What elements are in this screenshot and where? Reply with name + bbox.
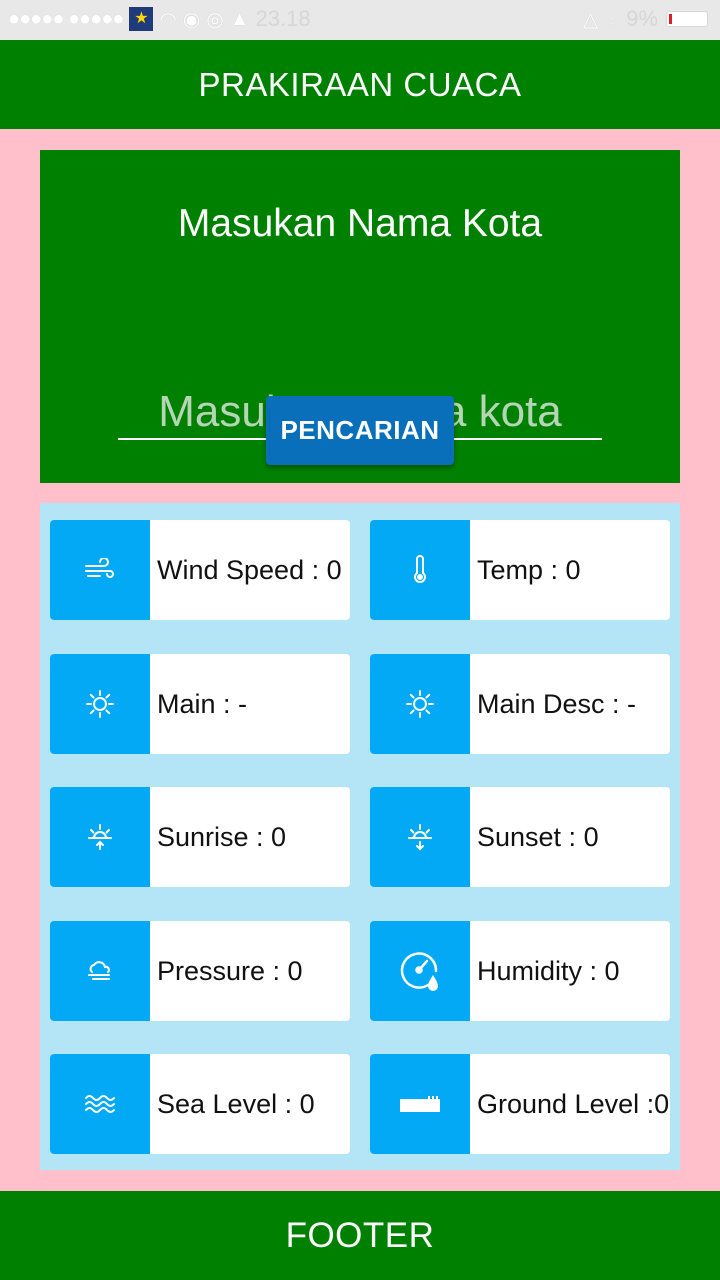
wifi-icon: ◠ [159,8,177,31]
main-card: Main : - [50,654,350,754]
humidity-card: Humidity : 0 [370,921,670,1021]
app-bar: PRAKIRAAN CUACA [0,40,720,129]
navigation-icon: ▲ [229,7,250,30]
status-bar: ●●●●● ●●●●● ★ ◠ ◉ ◎ ▲ 23.18 △ ◌ 9% [0,0,720,40]
whatsapp-icon: ◎ [206,8,224,31]
humidity-gauge-icon [370,921,470,1021]
search-panel: Masukan Nama Kota PENCARIAN [40,150,680,483]
footer: FOOTER [0,1191,720,1280]
pressure-card: Pressure : 0 [50,921,350,1021]
main-desc-label: Main Desc : - [477,688,637,719]
pressure-label: Pressure : 0 [157,955,303,986]
ground-level-card: Ground Level :0 [370,1054,670,1154]
search-button[interactable]: PENCARIAN [266,396,454,465]
weather-info-panel: Wind Speed : 0 Temp : 0 Main : - Main De… [40,503,680,1170]
cloud-wind-icon [50,921,150,1021]
sunset-card: Sunset : 0 [370,787,670,887]
footer-label: FOOTER [285,1215,435,1255]
sunrise-card: Sunrise : 0 [50,787,350,887]
app-title: PRAKIRAAN CUACA [198,65,522,103]
main-desc-card: Main Desc : - [370,654,670,754]
sunrise-label: Sunrise : 0 [157,821,287,852]
ground-level-label: Ground Level :0 [477,1088,670,1119]
battery-icon [666,11,708,27]
sun-icon [370,654,470,754]
lock-rotation-icon: ◌ [606,7,619,30]
wind-speed-card: Wind Speed : 0 [50,520,350,620]
wind-speed-label: Wind Speed : 0 [157,554,342,585]
signal-strength-icon: ●●●●● ●●●●● [8,7,124,30]
wind-icon [50,520,150,620]
status-bar-right: △ ◌ 9% [583,6,708,32]
temp-card: Temp : 0 [370,520,670,620]
sunrise-icon [50,787,150,887]
status-time: 23.18 [255,6,311,31]
temp-label: Temp : 0 [477,554,581,585]
waves-icon [50,1054,150,1154]
thermometer-icon [370,520,470,620]
status-bar-left: ●●●●● ●●●●● ★ ◠ ◉ ◎ ▲ 23.18 [8,6,311,32]
main-label: Main : - [157,688,248,719]
battery-percent: 9% [626,6,658,31]
mute-icon: △ [582,8,599,31]
humidity-label: Humidity : 0 [477,955,620,986]
sea-level-card: Sea Level : 0 [50,1054,350,1154]
sun-icon [50,654,150,754]
app-notification-icon: ★ [129,7,154,31]
sea-level-label: Sea Level : 0 [157,1088,315,1119]
ground-icon [370,1054,470,1154]
sunset-icon [370,787,470,887]
sunset-label: Sunset : 0 [477,821,599,852]
chat-icon: ◉ [182,8,201,31]
search-heading: Masukan Nama Kota [177,202,543,245]
